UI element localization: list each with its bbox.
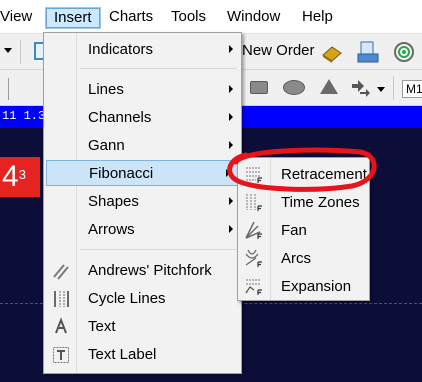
menu-item-gann[interactable]: Gann <box>44 133 241 159</box>
submenu-arrow-icon <box>229 85 233 93</box>
menu-item-label: Cycle Lines <box>88 290 166 307</box>
price-big: 4 <box>2 160 19 193</box>
menu-help[interactable]: Help <box>302 7 333 27</box>
menu-item-lines[interactable]: Lines <box>44 77 241 103</box>
timeframe-m1-button[interactable]: M1 <box>402 80 422 98</box>
fibo-retracement-icon <box>246 167 262 183</box>
fibo-fan-icon <box>245 221 262 239</box>
submenu-arrow-icon <box>229 113 233 121</box>
menu-item-fibo-expansion[interactable]: Expansion <box>238 272 369 300</box>
menu-item-label: Gann <box>88 137 125 154</box>
price-box: 43 <box>0 157 40 197</box>
fibo-expansion-icon <box>245 279 262 295</box>
menu-view[interactable]: View <box>0 7 32 27</box>
menu-item-cycle-lines[interactable]: Cycle Lines <box>44 286 241 312</box>
signal-icon[interactable] <box>392 40 416 64</box>
menu-separator <box>80 249 237 250</box>
menu-item-indicators[interactable]: Indicators <box>44 37 241 63</box>
pitchfork-icon <box>53 264 69 280</box>
arrows-icon[interactable] <box>350 78 372 98</box>
menu-item-arrows[interactable]: Arrows <box>44 217 241 243</box>
fibo-time-zones-icon <box>246 194 262 211</box>
fibonacci-submenu: Retracement Time Zones Fan Arcs Expansio… <box>237 157 370 301</box>
menu-item-label: Indicators <box>88 41 154 58</box>
menubar: View Insert Charts Tools Window Help <box>0 0 422 34</box>
menu-item-text[interactable]: Text <box>44 314 241 340</box>
menu-item-label: Fibonacci <box>89 165 154 182</box>
menu-charts[interactable]: Charts <box>109 7 153 27</box>
toolbar-grip <box>8 78 9 100</box>
cycle-lines-icon <box>54 291 69 307</box>
arrows-dropdown-icon[interactable] <box>377 87 385 92</box>
toolbar-separator <box>20 40 21 64</box>
text-label-icon <box>53 347 69 363</box>
menu-item-fibo-time-zones[interactable]: Time Zones <box>238 188 369 216</box>
menu-item-label: Arrows <box>88 221 135 238</box>
menu-item-label: Channels <box>88 109 152 126</box>
menu-item-channels[interactable]: Channels <box>44 105 241 131</box>
menu-item-fibo-fan[interactable]: Fan <box>238 216 369 244</box>
menu-item-label: Text <box>88 318 116 335</box>
text-a-icon <box>55 317 67 334</box>
submenu-arrow-icon <box>229 45 233 53</box>
menu-tools[interactable]: Tools <box>171 7 206 27</box>
menu-item-label: Text Label <box>88 346 157 363</box>
expert-advisors-icon[interactable] <box>320 41 344 63</box>
submenu-arrow-icon <box>229 197 233 205</box>
insert-menu: Indicators Lines Channels Gann Fibonacci… <box>43 32 242 374</box>
menu-item-label: Lines <box>88 81 124 98</box>
menu-item-label: Shapes <box>88 193 139 210</box>
menu-item-fibo-retracement[interactable]: Retracement <box>238 160 369 188</box>
toolbar-separator <box>393 76 394 100</box>
menu-insert[interactable]: Insert <box>45 7 101 29</box>
menu-separator <box>80 68 237 69</box>
new-order-label[interactable]: New Order <box>242 42 315 59</box>
ellipse-icon[interactable] <box>283 80 305 95</box>
submenu-arrow-icon <box>229 141 233 149</box>
submenu-arrow-icon <box>229 225 233 233</box>
menu-item-label: Andrews' Pitchfork <box>88 262 212 279</box>
menu-item-fibonacci[interactable]: Fibonacci <box>46 160 239 186</box>
strategy-tester-icon[interactable] <box>356 40 380 64</box>
price-sup: 3 <box>18 167 26 182</box>
menu-item-andrews-pitchfork[interactable]: Andrews' Pitchfork <box>44 258 241 284</box>
menu-item-label: Retracement <box>281 166 367 183</box>
dropdown-arrow-icon[interactable] <box>4 48 12 53</box>
menu-item-fibo-arcs[interactable]: Arcs <box>238 244 369 272</box>
rectangle-icon[interactable] <box>250 81 268 94</box>
menu-item-text-label[interactable]: Text Label <box>44 342 241 368</box>
menu-item-label: Fan <box>281 222 307 239</box>
menu-item-label: Arcs <box>281 250 311 267</box>
menu-item-label: Time Zones <box>281 194 360 211</box>
triangle-icon[interactable] <box>320 79 338 94</box>
menu-item-label: Expansion <box>281 278 352 295</box>
menu-item-shapes[interactable]: Shapes <box>44 189 241 215</box>
fibo-arcs-icon <box>245 249 262 267</box>
submenu-arrow-icon <box>226 169 230 177</box>
menu-window[interactable]: Window <box>227 7 280 27</box>
